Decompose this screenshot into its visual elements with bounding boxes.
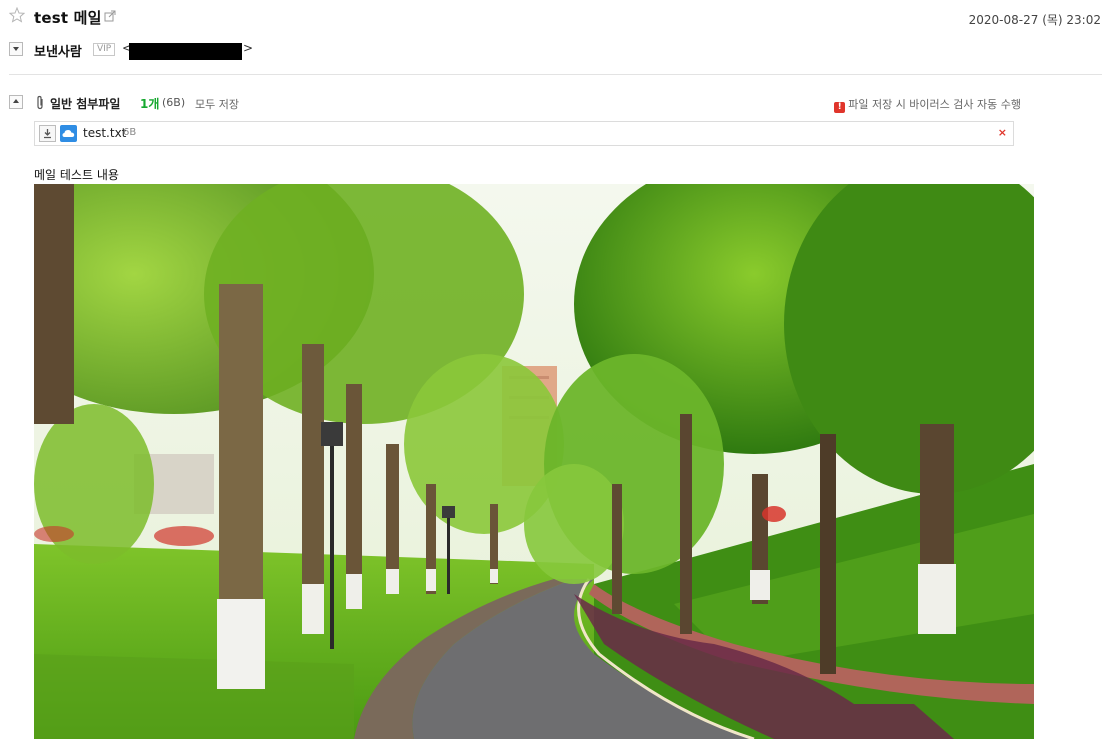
mail-body-text: 메일 테스트 내용 — [34, 168, 119, 182]
attachment-file-name[interactable]: test.txt — [83, 126, 126, 140]
collapse-attachments-button[interactable] — [9, 95, 23, 109]
download-button[interactable] — [39, 125, 56, 142]
virus-scan-text: 파일 저장 시 바이러스 검사 자동 수행 — [848, 98, 1021, 111]
park-photo — [34, 184, 1034, 739]
header-divider — [9, 74, 1102, 75]
vip-badge[interactable]: VIP — [93, 43, 116, 56]
virus-scan-note: ! 파일 저장 시 바이러스 검사 자동 수행 — [834, 96, 1021, 113]
attachment-file-size: 6B — [123, 127, 137, 138]
save-all-button[interactable]: 모두 저장 — [195, 96, 239, 112]
expand-sender-button[interactable] — [9, 42, 23, 56]
star-icon[interactable] — [9, 7, 25, 23]
paperclip-icon — [37, 95, 43, 110]
sender-label: 보낸사람 — [34, 45, 82, 60]
mail-date: 2020-08-27 (목) 23:02 — [968, 13, 1101, 27]
mail-subject: test 메일 — [34, 9, 102, 27]
attachment-title: 일반 첨부파일 — [50, 97, 121, 111]
attachment-count: 1개 — [140, 97, 160, 111]
cloud-icon — [62, 130, 75, 137]
warning-icon: ! — [834, 102, 846, 113]
mail-header: test 메일 2020-08-27 (목) 23:02 — [9, 6, 1101, 28]
download-icon — [44, 129, 51, 139]
sender-row: 보낸사람 VIP < > — [9, 40, 609, 60]
redacted-sender-address — [129, 43, 242, 60]
sender-close-bracket: > — [243, 41, 254, 55]
remove-attachment-button[interactable]: × — [998, 126, 1007, 139]
popout-icon[interactable] — [104, 10, 116, 22]
attachment-total-size: (6B) — [162, 96, 186, 109]
attachment-header: 일반 첨부파일 1개 (6B) 모두 저장 ! 파일 저장 시 바이러스 검사 자… — [9, 94, 1021, 114]
cloud-save-button[interactable] — [60, 125, 77, 142]
attachment-file-row: test.txt 6B × — [34, 121, 1014, 146]
